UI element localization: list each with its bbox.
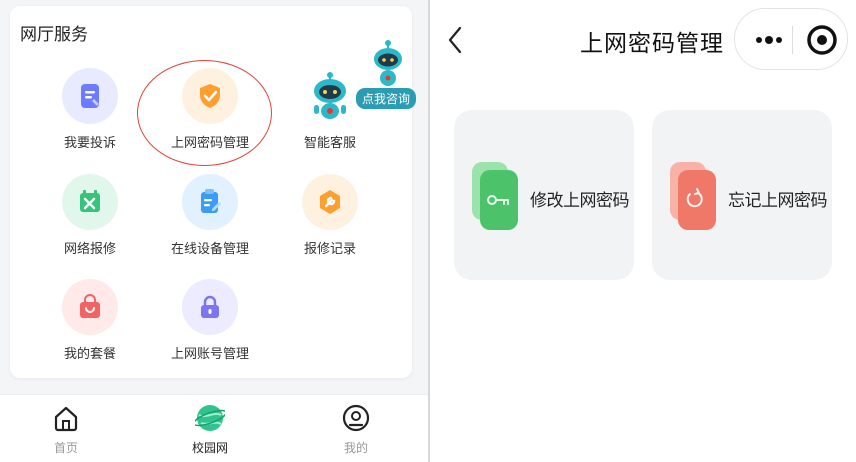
lock-icon [182,279,238,335]
service-device-manage[interactable]: 在线设备管理 [150,174,270,257]
service-network-repair[interactable]: 网络报修 [30,174,150,257]
complaint-doc-icon [62,68,118,124]
capsule-separator [792,26,793,54]
service-panel: 网厅服务 我要投诉 上网密码管理 智能客服 网络报修 在线设备管理 报修记录 我… [0,0,428,462]
clipboard-edit-icon [182,174,238,230]
service-my-package[interactable]: 我的套餐 [30,279,150,362]
key-card-icon [472,162,518,230]
service-label: 在线设备管理 [170,242,249,257]
more-dots-icon[interactable] [749,27,789,53]
service-repair-records[interactable]: 报修记录 [270,174,390,257]
tab-label: 首页 [53,441,78,455]
shopping-bag-icon [62,279,118,335]
card-label: 忘记上网密码 [728,191,828,211]
tab-label: 校园网 [191,441,228,455]
service-label: 我的套餐 [63,347,116,362]
tab-home[interactable]: 首页 [26,403,106,456]
section-title: 网厅服务 [20,25,88,45]
page-title: 上网密码管理 [580,31,724,57]
highlight-ring-annotation [137,60,272,166]
tab-mine[interactable]: 我的 [316,403,396,456]
close-target-icon[interactable] [805,23,839,57]
miniprogram-capsule [734,8,848,70]
profile-icon [342,404,370,432]
forgot-password-card[interactable]: 忘记上网密码 [652,110,832,280]
wrench-hexagon-icon [302,174,358,230]
password-manage-page: 上网密码管理 修改上网密码 忘记上网密码 [430,0,856,462]
service-complaint[interactable]: 我要投诉 [30,68,150,151]
back-arrow-icon[interactable] [442,22,468,58]
floating-robot[interactable] [300,38,426,128]
card-label: 修改上网密码 [530,191,630,211]
globe-icon [193,405,227,431]
service-label: 智能客服 [303,136,356,151]
consult-tag[interactable]: 点我咨询 [356,88,417,109]
service-account-manage[interactable]: 上网账号管理 [150,279,270,362]
service-label: 网络报修 [63,242,116,257]
service-label: 报修记录 [303,242,356,257]
tab-label: 我的 [343,441,368,455]
home-icon [54,406,78,432]
service-label: 我要投诉 [63,136,116,151]
tab-campus-network[interactable]: 校园网 [170,403,250,456]
service-label: 上网账号管理 [170,347,249,362]
tab-bar: 首页 校园网 我的 [0,394,428,462]
change-password-card[interactable]: 修改上网密码 [454,110,634,280]
repair-tools-icon [62,174,118,230]
reset-card-icon [670,162,716,230]
